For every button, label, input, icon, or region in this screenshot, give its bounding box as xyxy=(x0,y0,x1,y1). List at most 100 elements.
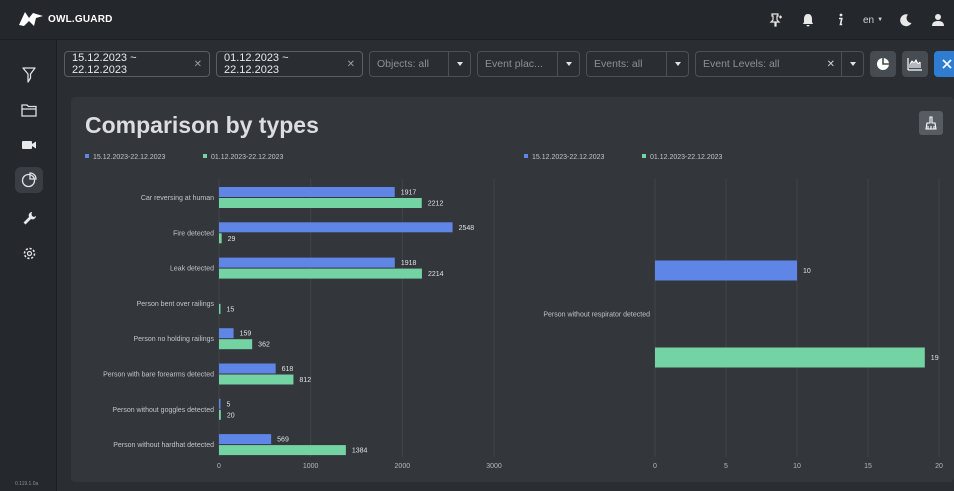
legend-label: 15.12.2023-22.12.2023 xyxy=(93,154,166,161)
category-label: Person without hardhat detected xyxy=(113,442,214,449)
bar xyxy=(219,363,276,374)
category-label: Person without goggles detected xyxy=(112,407,214,414)
bar xyxy=(219,409,221,420)
bar xyxy=(219,268,422,279)
sidebar: 0.119.1.0a xyxy=(0,40,57,491)
bar-value-label: 569 xyxy=(277,437,289,444)
bar-chart-view-button[interactable] xyxy=(902,51,928,77)
event-place-placeholder: Event plac... xyxy=(485,58,543,70)
bar-value-label: 618 xyxy=(282,366,294,373)
clear-icon[interactable]: ✕ xyxy=(821,52,841,76)
chevron-down-icon[interactable] xyxy=(448,52,470,76)
category-label: Person with bare forearms detected xyxy=(103,372,214,379)
category-label: Person no holding railings xyxy=(133,336,214,343)
header-actions: en ▼ xyxy=(760,0,954,40)
pin-icon[interactable] xyxy=(760,0,792,40)
event-place-select[interactable]: Event plac... xyxy=(477,51,580,77)
language-select[interactable]: en ▼ xyxy=(856,0,890,40)
owl-logo-icon xyxy=(19,12,43,26)
date-range-field-1[interactable]: 15.12.2023 ~ 22.12.2023 ✕ xyxy=(64,51,210,77)
legend-swatch xyxy=(85,154,89,158)
sidebar-item-cameras[interactable] xyxy=(15,132,43,158)
bar-value-label: 1384 xyxy=(352,448,368,455)
x-tick-label: 2000 xyxy=(395,463,411,470)
bar-value-label: 20 xyxy=(227,412,235,419)
close-button[interactable] xyxy=(934,51,954,77)
bar-value-label: 19 xyxy=(931,355,939,362)
bar-value-label: 29 xyxy=(228,236,236,243)
camera-icon xyxy=(22,141,36,149)
bar xyxy=(219,339,253,350)
objects-select[interactable]: Objects: all xyxy=(369,51,471,77)
bar-value-label: 10 xyxy=(803,268,811,275)
logo-text: OWL.GUARD xyxy=(48,13,113,25)
category-label: Person bent over railings xyxy=(137,301,215,308)
info-icon[interactable] xyxy=(824,0,856,40)
moon-icon[interactable] xyxy=(890,0,922,40)
x-tick-label: 10 xyxy=(793,463,801,470)
bar xyxy=(219,434,272,445)
category-label: Car reversing at human xyxy=(141,195,214,202)
close-icon xyxy=(942,59,952,69)
sidebar-item-events[interactable] xyxy=(15,97,43,123)
pie-chart-view-button[interactable] xyxy=(870,51,896,77)
bar-value-label: 15 xyxy=(227,306,235,313)
folder-icon xyxy=(21,104,37,117)
bar xyxy=(219,445,346,456)
clear-icon[interactable]: ✕ xyxy=(347,59,355,70)
x-tick-label: 0 xyxy=(653,463,657,470)
category-label: Person without respirator detected xyxy=(543,312,650,319)
event-levels-placeholder: Event Levels: all xyxy=(703,58,780,70)
legend-swatch xyxy=(524,154,528,158)
bar xyxy=(655,347,925,368)
bar-value-label: 812 xyxy=(299,377,311,384)
language-label: en xyxy=(862,14,875,26)
user-icon[interactable] xyxy=(922,0,954,40)
bar-value-label: 2214 xyxy=(428,271,444,278)
bar xyxy=(219,198,422,208)
date-range-2-value: 01.12.2023 ~ 22.12.2023 xyxy=(224,52,289,76)
chevron-down-icon[interactable] xyxy=(841,52,863,76)
date-range-1-value: 15.12.2023 ~ 22.12.2023 xyxy=(72,52,137,76)
comparison-panel: Comparison by types 0 1000 2000 3000 15.12.2… xyxy=(71,97,954,482)
bar xyxy=(219,303,221,314)
chevron-down-icon[interactable] xyxy=(666,52,688,76)
bar-value-label: 2548 xyxy=(459,225,475,232)
top-bar: OWL.GUARD en ▼ xyxy=(0,0,954,40)
bar xyxy=(219,222,453,233)
legend-label: 01.12.2023-22.12.2023 xyxy=(211,154,284,161)
bell-icon[interactable] xyxy=(792,0,824,40)
x-tick-label: 0 xyxy=(217,463,221,470)
bar-value-label: 1917 xyxy=(401,190,417,197)
sidebar-item-statistics[interactable] xyxy=(15,167,43,193)
x-tick-label: 5 xyxy=(724,463,728,470)
legend-label: 15.12.2023-22.12.2023 xyxy=(532,154,605,161)
category-label: Fire detected xyxy=(173,230,214,237)
comparison-charts: 0 1000 2000 3000 15.12.2023-22.12.2023 01.12.… xyxy=(85,154,943,470)
events-select[interactable]: Events: all xyxy=(586,51,689,77)
bar xyxy=(219,398,221,409)
bar xyxy=(219,233,222,244)
sidebar-item-settings[interactable] xyxy=(15,240,43,266)
sidebar-item-filter[interactable] xyxy=(15,62,43,88)
legend-swatch xyxy=(203,154,207,158)
bar xyxy=(219,374,294,385)
x-tick-label: 15 xyxy=(864,463,872,470)
filter-bar: 15.12.2023 ~ 22.12.2023 ✕ 01.12.2023 ~ 2… xyxy=(64,51,954,77)
event-levels-select[interactable]: Event Levels: all ✕ xyxy=(695,51,864,77)
chevron-down-icon[interactable] xyxy=(557,52,579,76)
x-tick-label: 1000 xyxy=(303,463,319,470)
bar-value-label: 5 xyxy=(227,401,231,408)
bar-value-label: 1918 xyxy=(401,260,417,267)
sidebar-item-tools[interactable] xyxy=(15,205,43,231)
legend-swatch xyxy=(642,154,646,158)
logo[interactable]: OWL.GUARD xyxy=(18,10,113,28)
gear-icon xyxy=(23,247,35,259)
clear-icon[interactable]: ✕ xyxy=(194,59,202,70)
pie-chart-icon xyxy=(877,58,889,70)
x-tick-label: 20 xyxy=(935,463,943,470)
area-chart-icon xyxy=(907,58,922,71)
funnel-icon xyxy=(22,67,36,83)
date-range-field-2[interactable]: 01.12.2023 ~ 22.12.2023 ✕ xyxy=(216,51,363,77)
legend-label: 01.12.2023-22.12.2023 xyxy=(650,154,723,161)
